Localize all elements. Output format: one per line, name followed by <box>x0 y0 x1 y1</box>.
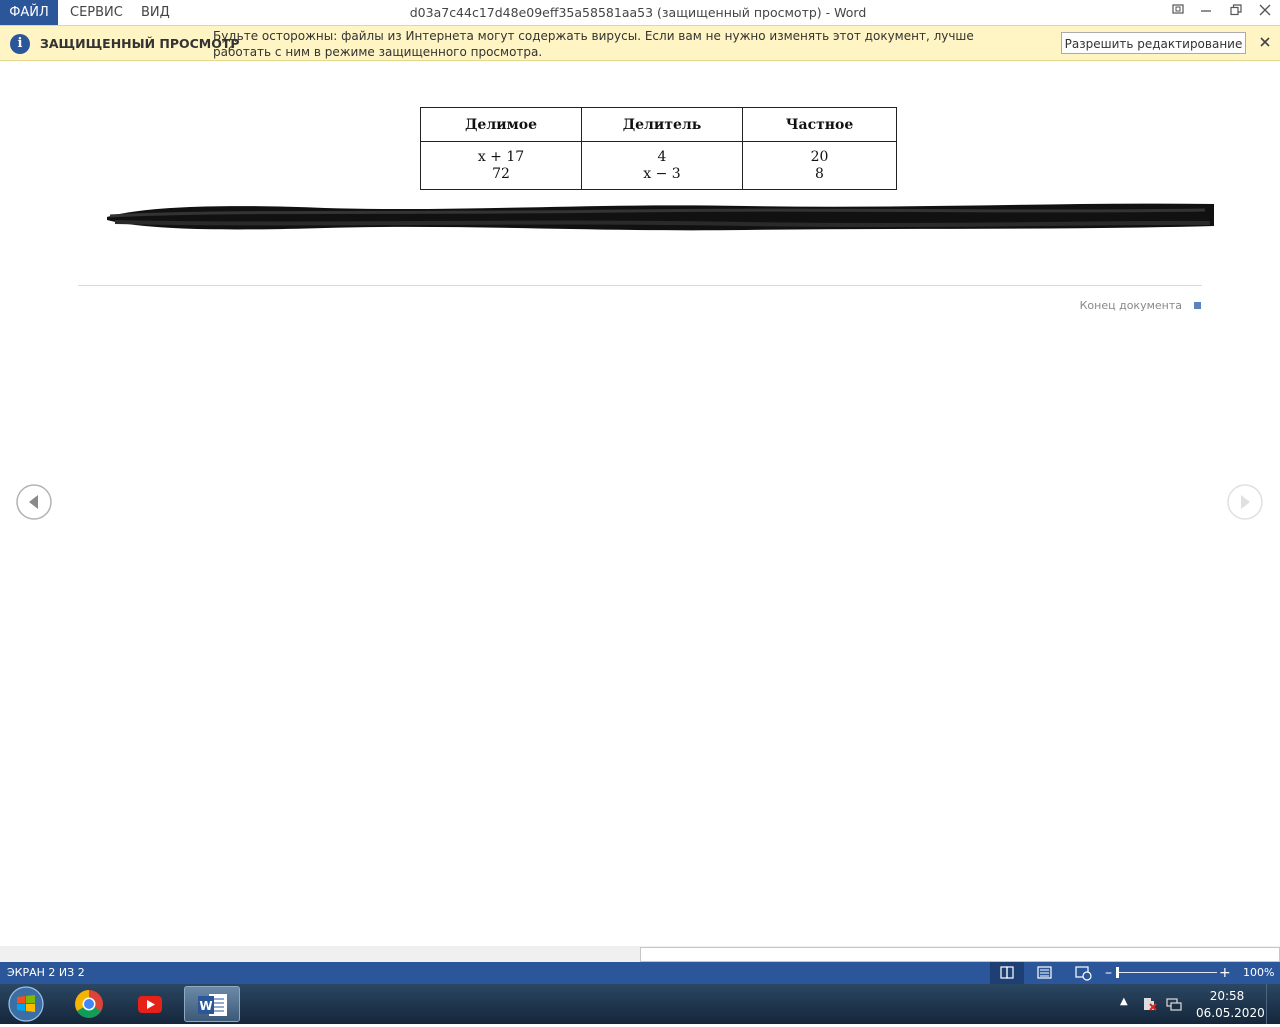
zoom-slider-thumb[interactable] <box>1116 967 1119 978</box>
minimize-icon[interactable] <box>1191 0 1221 25</box>
zoom-out-button[interactable]: – <box>1105 962 1112 984</box>
clock-date[interactable]: 06.05.2020 <box>1196 1006 1265 1020</box>
taskbar: W ▲ 20:58 06.05.2020 <box>0 984 1280 1024</box>
chrome-icon <box>75 990 103 1018</box>
menu-file[interactable]: ФАЙЛ <box>0 0 58 25</box>
restore-icon[interactable] <box>1221 0 1251 25</box>
table-row: x + 17 72 4 x − 3 20 8 <box>420 141 897 190</box>
cell-line: 8 <box>815 166 824 182</box>
action-center-icon[interactable] <box>1142 996 1158 1012</box>
protected-view-title: ЗАЩИЩЕННЫЙ ПРОСМОТР <box>40 36 240 51</box>
zoom-in-button[interactable]: + <box>1219 962 1231 984</box>
division-table: Делимое Делитель Частное x + 17 72 4 x −… <box>420 107 897 190</box>
table-cell: x + 17 72 <box>420 141 582 190</box>
table-cell: 20 8 <box>742 141 897 190</box>
page-indicator: ЭКРАН 2 ИЗ 2 <box>7 966 85 979</box>
status-bar: ЭКРАН 2 ИЗ 2 – + 100% <box>0 962 1280 984</box>
enable-editing-button[interactable]: Разрешить редактирование <box>1061 32 1246 54</box>
youtube-icon <box>138 996 162 1013</box>
protected-view-message: Будьте осторожны: файлы из Интернета мог… <box>213 29 974 59</box>
scrollbar-thumb[interactable] <box>640 947 1280 962</box>
protected-view-bar: i ЗАЩИЩЕННЫЙ ПРОСМОТР Будьте осторожны: … <box>0 25 1280 61</box>
web-layout-icon[interactable] <box>1066 962 1100 984</box>
menu-view[interactable]: ВИД <box>141 0 170 25</box>
arrow-left-icon[interactable] <box>16 484 52 520</box>
document-area: Делимое Делитель Частное x + 17 72 4 x −… <box>0 62 1280 946</box>
document-end-label: Конец документа <box>1079 299 1182 312</box>
zoom-level[interactable]: 100% <box>1243 962 1274 984</box>
redaction-scribble <box>107 203 1214 231</box>
tray-expand-icon[interactable]: ▲ <box>1120 996 1128 1007</box>
info-icon: i <box>10 34 30 54</box>
table-header: Делимое <box>420 107 582 142</box>
taskbar-youtube[interactable] <box>122 986 178 1022</box>
close-icon[interactable] <box>1256 32 1274 54</box>
fullscreen-icon[interactable] <box>1163 0 1193 25</box>
table-cell: 4 x − 3 <box>581 141 743 190</box>
cell-line: 20 <box>810 149 829 165</box>
start-button-icon[interactable] <box>6 985 46 1023</box>
table-header: Делитель <box>581 107 743 142</box>
word-icon: W <box>198 994 227 1016</box>
document-end-marker <box>1194 302 1201 309</box>
zoom-slider[interactable] <box>1117 972 1217 973</box>
print-layout-icon[interactable] <box>1028 962 1062 984</box>
network-icon[interactable] <box>1166 996 1182 1012</box>
taskbar-word[interactable]: W <box>184 986 240 1022</box>
menu-service[interactable]: СЕРВИС <box>70 0 123 25</box>
read-mode-icon[interactable] <box>990 962 1024 984</box>
taskbar-chrome[interactable] <box>61 986 117 1022</box>
cell-line: x − 3 <box>643 166 681 182</box>
clock-time[interactable]: 20:58 <box>1196 989 1258 1003</box>
table-header-row: Делимое Делитель Частное <box>420 107 897 142</box>
window-title: d03a7c44c17d48e09eff35a58581aa53 (защище… <box>409 5 867 20</box>
cell-line: x + 17 <box>477 149 525 165</box>
document-end-rule <box>78 285 1202 286</box>
title-bar: ФАЙЛ СЕРВИС ВИД d03a7c44c17d48e09eff35a5… <box>0 0 1280 25</box>
cell-line: 4 <box>657 149 667 165</box>
arrow-right-icon[interactable] <box>1227 484 1263 520</box>
table-header: Частное <box>742 107 897 142</box>
cell-line: 72 <box>492 166 510 182</box>
svg-text:W: W <box>199 999 212 1013</box>
close-window-icon[interactable] <box>1250 0 1280 25</box>
show-desktop-button[interactable] <box>1266 984 1280 1024</box>
